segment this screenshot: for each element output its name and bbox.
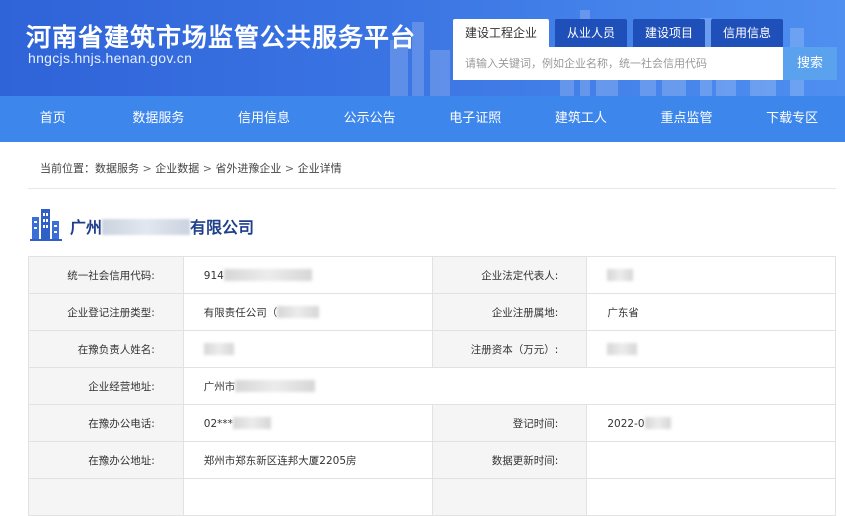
search-button[interactable]: 搜索	[783, 47, 837, 80]
breadcrumb-separator: >	[139, 162, 156, 175]
table-cell	[431, 478, 588, 516]
nav-item-data-service[interactable]: 数据服务	[106, 96, 212, 142]
redacted-text	[203, 342, 234, 355]
office-address-value: 郑州市郑东新区连邦大厦2205房	[182, 441, 433, 479]
address-label: 企业经营地址:	[28, 367, 184, 405]
credit-code-label: 统一社会信用代码:	[28, 256, 184, 294]
breadcrumb-item-current: 企业详情	[297, 162, 342, 175]
update-time-value	[586, 441, 836, 479]
site-title[interactable]: 河南省建筑市场监管公共服务平台	[26, 18, 416, 54]
redacted-text	[102, 219, 191, 235]
address-value: 广州市	[182, 367, 837, 405]
local-manager-value	[182, 330, 433, 368]
redacted-text	[607, 342, 638, 355]
breadcrumb-separator: >	[281, 162, 298, 175]
site-url: hngcjs.hnjs.henan.gov.cn	[28, 50, 193, 66]
breadcrumb-item-data-service[interactable]: 数据服务	[95, 162, 139, 175]
legal-rep-label: 企业法定代表人:	[431, 256, 588, 294]
reg-type-value: 有限责任公司（	[182, 293, 433, 331]
redacted-text	[277, 305, 320, 318]
company-name-prefix: 广州	[70, 218, 103, 237]
search-tab-projects[interactable]: 建设项目	[633, 19, 706, 47]
nav-item-e-certificate[interactable]: 电子证照	[423, 96, 529, 142]
update-time-label: 数据更新时间:	[431, 441, 588, 479]
reg-time-label: 登记时间:	[431, 404, 588, 442]
nav-item-home[interactable]: 首页	[0, 96, 106, 142]
table-row: 在豫办公地址: 郑州市郑东新区连邦大厦2205房 数据更新时间:	[28, 441, 836, 479]
nav-item-key-supervision[interactable]: 重点监管	[634, 96, 740, 142]
breadcrumb-prefix: 当前位置：	[40, 162, 95, 175]
credit-code-value: 914	[182, 256, 433, 294]
local-manager-label: 在豫负责人姓名:	[28, 330, 184, 368]
search-input[interactable]	[453, 47, 783, 80]
table-row: 企业登记注册类型: 有限责任公司（ 企业注册属地: 广东省	[28, 293, 836, 331]
legal-rep-value	[586, 256, 836, 294]
table-cell	[586, 478, 836, 516]
company-name: 广州 有限公司	[70, 214, 254, 238]
table-cell	[182, 478, 433, 516]
redacted-text	[235, 379, 316, 392]
search-tab-credit[interactable]: 信用信息	[711, 19, 784, 47]
redacted-text	[607, 268, 634, 281]
reg-place-value: 广东省	[586, 293, 836, 331]
office-phone-value: 02***	[182, 404, 433, 442]
nav-item-downloads[interactable]: 下载专区	[739, 96, 845, 142]
company-name-suffix: 有限公司	[190, 218, 255, 237]
nav-item-credit[interactable]: 信用信息	[211, 96, 317, 142]
reg-time-value: 2022-0	[586, 404, 836, 442]
breadcrumb-item-enterprise-data[interactable]: 企业数据	[155, 162, 199, 175]
reg-capital-value	[586, 330, 836, 368]
reg-type-label: 企业登记注册类型:	[28, 293, 184, 331]
building-icon	[30, 209, 62, 241]
breadcrumb: 当前位置：数据服务 > 企业数据 > 省外进豫企业 > 企业详情	[40, 160, 342, 176]
breadcrumb-item-outside-enterprises[interactable]: 省外进豫企业	[215, 162, 281, 175]
section-divider	[28, 188, 836, 189]
search-tabs: 建设工程企业 从业人员 建设项目 信用信息	[453, 19, 789, 47]
redacted-text	[223, 268, 312, 281]
redacted-text	[644, 416, 671, 429]
office-phone-label: 在豫办公电话:	[28, 404, 184, 442]
table-row: 在豫办公电话: 02*** 登记时间: 2022-0	[28, 404, 836, 442]
table-row: 企业经营地址: 广州市	[28, 367, 837, 405]
company-details-table: 统一社会信用代码: 914 企业法定代表人: 企业登记注册类型: 有限责任公司（…	[28, 256, 837, 516]
header-banner: 河南省建筑市场监管公共服务平台 hngcjs.hnjs.henan.gov.cn…	[0, 0, 845, 96]
table-cell	[28, 478, 184, 516]
search-tab-personnel[interactable]: 从业人员	[555, 19, 628, 47]
breadcrumb-separator: >	[199, 162, 216, 175]
nav-item-workers[interactable]: 建筑工人	[528, 96, 634, 142]
redacted-text	[232, 416, 271, 429]
search-tab-enterprise[interactable]: 建设工程企业	[453, 19, 550, 47]
table-row: 统一社会信用代码: 914 企业法定代表人:	[28, 256, 836, 294]
reg-capital-label: 注册资本（万元）:	[431, 330, 588, 368]
table-row: 在豫负责人姓名: 注册资本（万元）:	[28, 330, 836, 368]
table-row	[28, 478, 836, 516]
office-address-label: 在豫办公地址:	[28, 441, 184, 479]
main-nav: 首页 数据服务 信用信息 公示公告 电子证照 建筑工人 重点监管 下载专区	[0, 96, 845, 142]
reg-place-label: 企业注册属地:	[431, 293, 588, 331]
nav-item-announcements[interactable]: 公示公告	[317, 96, 423, 142]
